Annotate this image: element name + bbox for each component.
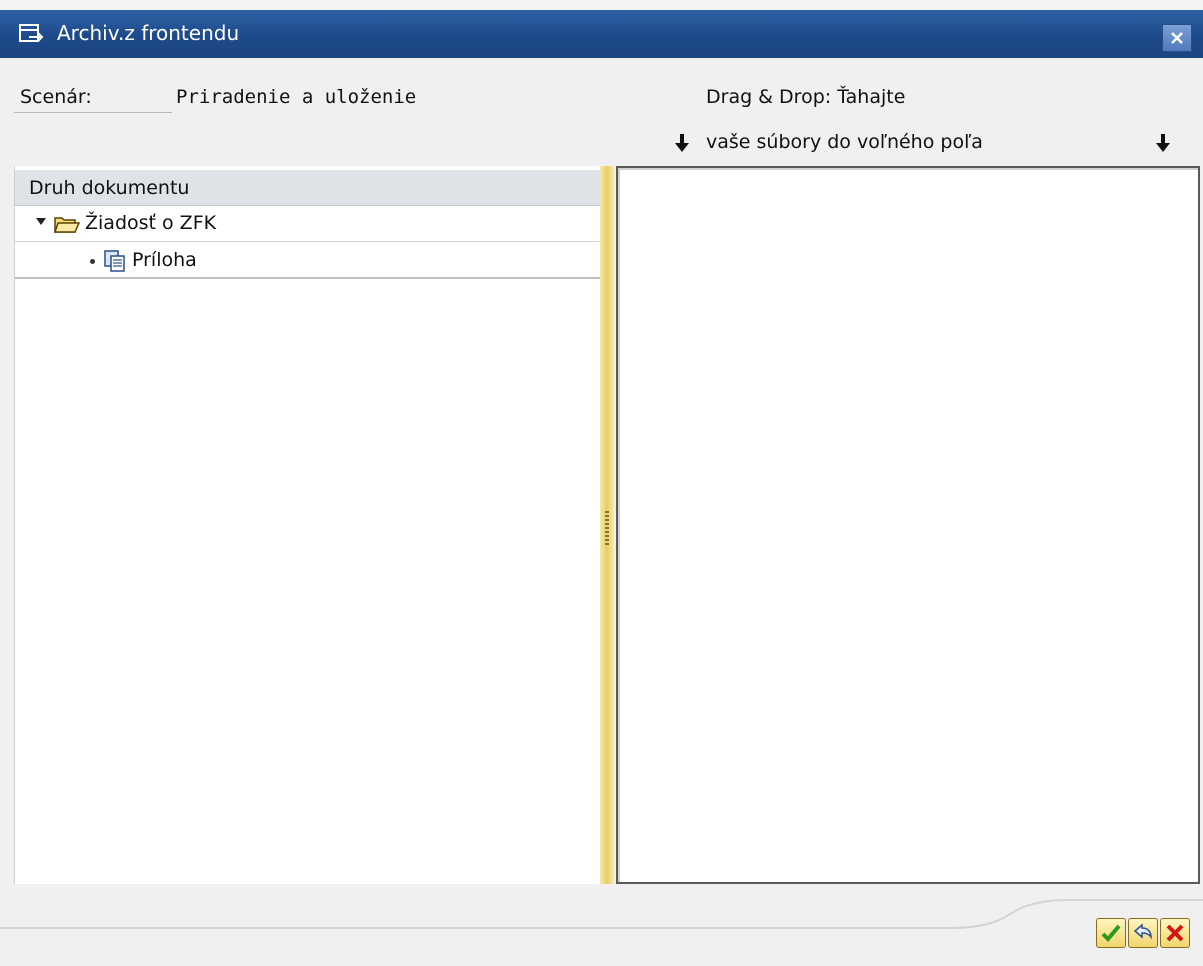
arrow-down-icon xyxy=(675,134,689,152)
popup-window-icon xyxy=(19,24,44,42)
tree-node-request[interactable]: Žiadosť o ZFK xyxy=(15,206,601,242)
splitter-grip[interactable] xyxy=(605,511,609,547)
confirm-button[interactable] xyxy=(1096,918,1126,948)
tree-leaf-bullet xyxy=(90,259,95,264)
tree-column-header[interactable]: Druh dokumentu xyxy=(15,170,601,206)
footer-divider xyxy=(0,899,1203,929)
arrow-down-icon xyxy=(1156,134,1170,152)
window-titlebar: Archiv.z frontendu xyxy=(0,10,1203,58)
tree-header-label: Druh dokumentu xyxy=(29,177,190,199)
tree-node-label: Príloha xyxy=(132,249,197,271)
scenario-label: Scenár: xyxy=(20,86,92,108)
checkmark-icon xyxy=(1101,924,1121,942)
background-window-strip xyxy=(0,0,1203,10)
window-title: Archiv.z frontendu xyxy=(57,21,240,45)
cancel-x-icon xyxy=(1166,924,1184,942)
undo-button[interactable] xyxy=(1128,918,1158,948)
expand-toggle-icon[interactable] xyxy=(35,214,47,230)
file-drop-area[interactable] xyxy=(616,166,1200,884)
folder-open-icon xyxy=(53,217,81,233)
scenario-value: Priradenie a uloženie xyxy=(176,86,417,108)
scenario-label-underline xyxy=(14,112,172,113)
tree-node-attachment[interactable]: Príloha xyxy=(15,243,601,279)
dialog-footer xyxy=(0,884,1203,966)
tree-node-label: Žiadosť o ZFK xyxy=(85,212,217,234)
close-icon xyxy=(1171,32,1183,44)
document-attachment-icon xyxy=(104,250,125,272)
document-type-tree: Druh dokumentu Žiadosť o ZFK Príloha xyxy=(14,166,601,884)
undo-icon xyxy=(1133,923,1152,940)
dragdrop-instruction-line2: vaše súbory do voľného poľa xyxy=(706,131,983,153)
cancel-button[interactable] xyxy=(1160,918,1190,948)
close-button[interactable] xyxy=(1162,24,1192,52)
dragdrop-instruction-line1: Drag & Drop: Ťahajte xyxy=(706,86,906,108)
panel-splitter[interactable] xyxy=(600,166,614,884)
